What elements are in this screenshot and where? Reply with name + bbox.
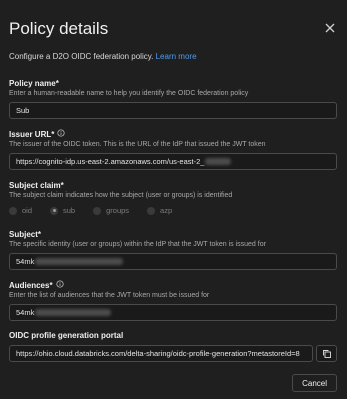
radio-azp-label: azp: [160, 206, 173, 215]
radio-azp-indicator: [147, 206, 156, 215]
audiences-input[interactable]: 54mk: [9, 304, 337, 321]
redacted-region: [205, 158, 232, 165]
audiences-value: 54mk: [16, 308, 35, 317]
oidc-portal-value: https://ohio.cloud.databricks.com/delta-…: [16, 349, 300, 358]
radio-oid-label: oid: [22, 206, 33, 215]
oidc-portal-label: OIDC profile generation portal: [9, 331, 124, 340]
policy-name-input[interactable]: Sub: [9, 102, 337, 119]
issuer-url-value: https://cognito-idp.us-east-2.amazonaws.…: [16, 157, 205, 166]
subject-claim-radio-group: oid sub groups azp: [9, 206, 337, 215]
radio-sub[interactable]: sub: [50, 206, 75, 215]
radio-oid[interactable]: oid: [9, 206, 32, 215]
learn-more-link[interactable]: Learn more: [156, 52, 197, 61]
radio-sub-label: sub: [63, 206, 76, 215]
radio-oid-indicator: [9, 206, 17, 215]
info-icon[interactable]: [56, 280, 64, 290]
subject-field: Subject* The specific identity (user or …: [9, 230, 337, 270]
radio-groups-label: groups: [106, 206, 130, 215]
subject-label: Subject*: [9, 230, 42, 239]
policy-details-dialog: Policy details Configure a D2O OIDC fede…: [0, 0, 347, 399]
oidc-portal-field: OIDC profile generation portal https://o…: [9, 331, 337, 362]
oidc-portal-row: https://ohio.cloud.databricks.com/delta-…: [9, 345, 337, 362]
description-text: Configure a D2O OIDC federation policy.: [9, 52, 154, 61]
copy-icon: [322, 349, 331, 358]
redacted-region: [35, 309, 112, 316]
policy-name-label: Policy name*: [9, 79, 59, 88]
audiences-label-row: Audiences*: [9, 280, 337, 290]
issuer-url-field: Issuer URL* The issuer of the OIDC token…: [9, 129, 337, 170]
oidc-portal-input[interactable]: https://ohio.cloud.databricks.com/delta-…: [9, 345, 313, 362]
radio-azp[interactable]: azp: [147, 206, 172, 215]
dialog-header: Policy details: [9, 19, 339, 41]
policy-name-value: Sub: [16, 106, 30, 115]
redacted-region: [35, 258, 124, 265]
info-icon[interactable]: [57, 129, 65, 139]
subject-claim-field: Subject claim* The subject claim indicat…: [9, 181, 337, 215]
radio-groups-indicator: [93, 206, 102, 215]
subject-input[interactable]: 54mk: [9, 253, 337, 270]
cancel-button[interactable]: Cancel: [292, 374, 337, 392]
copy-button[interactable]: [316, 345, 337, 362]
radio-groups[interactable]: groups: [93, 206, 129, 215]
subject-claim-label: Subject claim*: [9, 181, 64, 190]
policy-name-hint: Enter a human-readable name to help you …: [9, 90, 249, 97]
dialog-description: Configure a D2O OIDC federation policy. …: [9, 52, 197, 61]
audiences-hint: Enter the list of audiences that the JWT…: [9, 292, 210, 299]
audiences-field: Audiences* Enter the list of audiences t…: [9, 280, 337, 321]
close-icon[interactable]: [323, 21, 337, 35]
issuer-url-input[interactable]: https://cognito-idp.us-east-2.amazonaws.…: [9, 153, 337, 170]
issuer-url-label: Issuer URL*: [9, 129, 55, 139]
subject-value: 54mk: [16, 257, 35, 266]
policy-name-field: Policy name* Enter a human-readable name…: [9, 79, 337, 119]
issuer-url-hint: The issuer of the OIDC token. This is th…: [9, 141, 266, 148]
dialog-title: Policy details: [9, 19, 109, 38]
audiences-label: Audiences*: [9, 280, 53, 290]
radio-sub-indicator: [50, 206, 59, 215]
subject-claim-hint: The subject claim indicates how the subj…: [9, 192, 233, 199]
subject-hint: The specific identity (user or groups) w…: [9, 241, 266, 248]
issuer-url-label-row: Issuer URL*: [9, 129, 337, 139]
